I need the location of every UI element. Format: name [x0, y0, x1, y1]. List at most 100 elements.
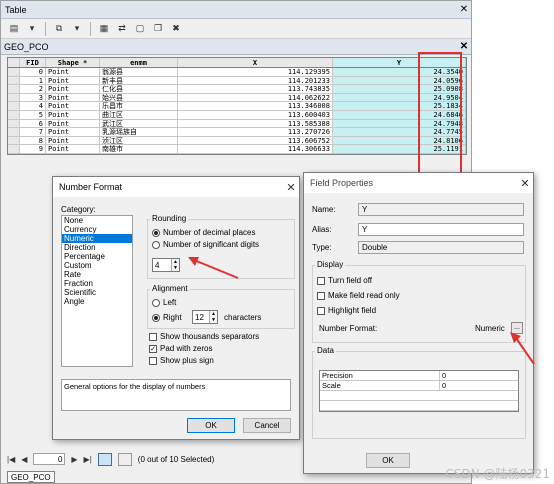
table-cell[interactable]: 南雄市: [100, 145, 178, 153]
table-row[interactable]: 0 Point 翁源县 114.129395 24.3540: [8, 68, 466, 77]
table-cell[interactable]: 3: [20, 93, 46, 102]
table-cell[interactable]: Point: [46, 93, 100, 102]
table-row[interactable]: 1 Point 新丰县 114.201233 24.0596: [8, 76, 466, 86]
table-cell[interactable]: 114.306633: [178, 145, 333, 153]
table-row[interactable]: 9 Point 南雄市 114.306633 25.1191: [8, 145, 466, 154]
row-selector[interactable]: [8, 128, 20, 136]
row-selector[interactable]: [8, 68, 20, 76]
characters-stepper[interactable]: 12 ▲ ▼: [192, 310, 218, 324]
thousands-separator-checkbox[interactable]: Show thousands separators: [149, 332, 259, 341]
pad-zeros-checkbox[interactable]: ✓ Pad with zeros: [149, 344, 212, 353]
table-cell[interactable]: 4: [20, 102, 46, 110]
table-cell[interactable]: Point: [46, 102, 100, 110]
category-item[interactable]: Custom: [62, 261, 132, 270]
table-options-icon[interactable]: ▤: [7, 22, 21, 36]
table-cell[interactable]: 113.270726: [178, 128, 333, 136]
table-cell[interactable]: 新丰县: [100, 76, 178, 85]
table-cell[interactable]: 翁源县: [100, 68, 178, 76]
close-icon[interactable]: ✕: [457, 41, 471, 52]
table-row[interactable]: 4 Point 乐昌市 113.346008 25.1834: [8, 102, 466, 111]
table-cell[interactable]: 7: [20, 128, 46, 136]
column-header[interactable]: X: [178, 58, 333, 67]
table-cell[interactable]: 2: [20, 85, 46, 93]
copy-icon[interactable]: ❐: [151, 22, 165, 36]
table-cell[interactable]: Point: [46, 85, 100, 93]
category-item[interactable]: Fraction: [62, 279, 132, 288]
ok-button[interactable]: OK: [187, 418, 235, 433]
table-cell[interactable]: Point: [46, 76, 100, 85]
table-cell[interactable]: 乐昌市: [100, 102, 178, 110]
record-number-input[interactable]: 0: [33, 453, 66, 465]
table-cell[interactable]: 乳源瑶族自: [100, 128, 178, 136]
table-cell[interactable]: 9: [20, 145, 46, 153]
category-item[interactable]: Percentage: [62, 252, 132, 261]
table-cell[interactable]: 仁化县: [100, 85, 178, 93]
table-row[interactable]: 3 Point 始兴县 114.062622 24.9504: [8, 93, 466, 103]
table-cell[interactable]: 始兴县: [100, 93, 178, 102]
close-icon[interactable]: ✕: [457, 4, 471, 15]
close-icon[interactable]: ✕: [283, 181, 299, 194]
show-all-records-button[interactable]: [97, 452, 112, 466]
clear-selection-icon[interactable]: ▢: [133, 22, 147, 36]
table-cell[interactable]: 113.346008: [178, 102, 333, 110]
row-selector[interactable]: [8, 85, 20, 93]
rounding-stepper[interactable]: 4 ▲ ▼: [152, 258, 180, 272]
layer-tab[interactable]: GEO_PCO ✕: [1, 39, 471, 55]
previous-record-icon[interactable]: ◀: [21, 455, 27, 464]
plus-sign-checkbox[interactable]: Show plus sign: [149, 356, 214, 365]
spin-arrows-icon[interactable]: ▲ ▼: [209, 311, 217, 323]
dropdown-icon[interactable]: ▾: [25, 22, 39, 36]
table-cell[interactable]: Point: [46, 136, 100, 145]
close-icon[interactable]: ✕: [517, 177, 533, 190]
table-cell[interactable]: 114.129395: [178, 68, 333, 76]
category-item[interactable]: None: [62, 216, 132, 225]
data-value[interactable]: 0: [440, 381, 518, 390]
category-item[interactable]: Angle: [62, 297, 132, 306]
turn-field-off-checkbox[interactable]: Turn field off: [317, 276, 372, 285]
table-cell[interactable]: Point: [46, 145, 100, 153]
category-item[interactable]: Rate: [62, 270, 132, 279]
align-right-radio[interactable]: Right: [152, 313, 182, 322]
table-cell[interactable]: 武江区: [100, 119, 178, 128]
table-cell[interactable]: Point: [46, 68, 100, 76]
switch-selection-icon[interactable]: ⇄: [115, 22, 129, 36]
row-selector[interactable]: [8, 102, 20, 110]
related-tables-icon[interactable]: ⧉: [52, 22, 66, 36]
table-cell[interactable]: Point: [46, 110, 100, 119]
table-cell[interactable]: Point: [46, 119, 100, 128]
table-row[interactable]: 2 Point 仁化县 113.743835 25.0908: [8, 85, 466, 94]
table-row[interactable]: 6 Point 武江区 113.585388 24.7948: [8, 119, 466, 129]
decimal-places-radio[interactable]: Number of decimal places: [152, 228, 255, 237]
row-selector[interactable]: [8, 76, 20, 85]
table-cell[interactable]: 曲江区: [100, 110, 178, 119]
table-cell[interactable]: 1: [20, 76, 46, 85]
dropdown-icon[interactable]: ▾: [70, 22, 84, 36]
category-item[interactable]: Direction: [62, 243, 132, 252]
row-selector[interactable]: [8, 136, 20, 145]
category-item[interactable]: Numeric: [62, 234, 132, 243]
table-row[interactable]: 5 Point 曲江区 113.600403 24.6846: [8, 110, 466, 120]
show-selected-records-button[interactable]: [117, 452, 132, 466]
delete-icon[interactable]: ✖: [169, 22, 183, 36]
table-cell[interactable]: 114.062622: [178, 93, 333, 102]
select-by-attributes-icon[interactable]: ▦: [97, 22, 111, 36]
significant-digits-radio[interactable]: Number of significant digits: [152, 240, 259, 249]
spin-arrows-icon[interactable]: ▲ ▼: [171, 259, 179, 271]
column-header[interactable]: enmm: [100, 58, 178, 67]
row-selector[interactable]: [8, 145, 20, 153]
table-cell[interactable]: 113.585388: [178, 119, 333, 128]
cancel-button[interactable]: Cancel: [243, 418, 291, 433]
table-tab[interactable]: GEO_PCO: [7, 471, 55, 483]
row-selector[interactable]: [8, 93, 20, 102]
column-header[interactable]: Shape *: [46, 58, 100, 67]
table-row[interactable]: 7 Point 乳源瑶族自 113.270726 24.7745: [8, 128, 466, 137]
table-cell[interactable]: 8: [20, 136, 46, 145]
table-cell[interactable]: 6: [20, 119, 46, 128]
ok-button[interactable]: OK: [366, 453, 410, 468]
table-cell[interactable]: 0: [20, 68, 46, 76]
table-row[interactable]: 8 Point 浈江区 113.606752 24.8106: [8, 136, 466, 146]
next-record-icon[interactable]: ▶: [71, 455, 77, 464]
table-cell[interactable]: 5: [20, 110, 46, 119]
table-cell[interactable]: 114.201233: [178, 76, 333, 85]
align-left-radio[interactable]: Left: [152, 298, 176, 307]
